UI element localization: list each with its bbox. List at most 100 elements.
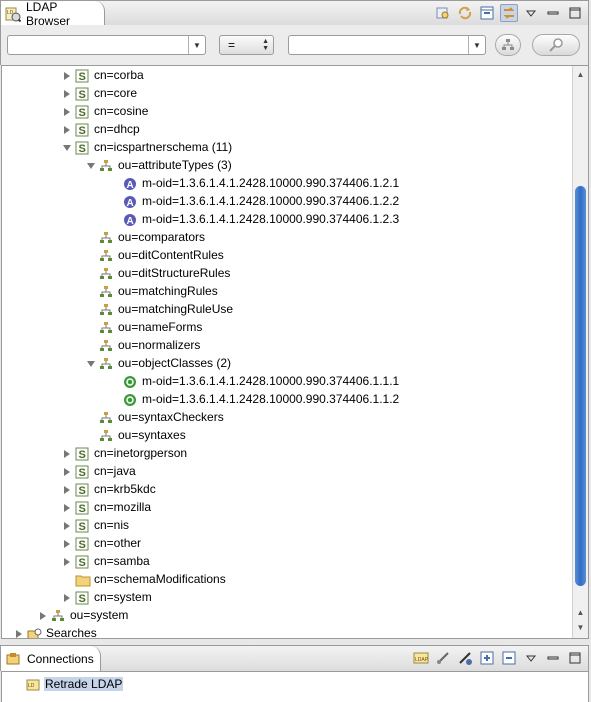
folder-icon — [75, 573, 91, 587]
tree-node[interactable]: Scn=other — [2, 535, 562, 553]
tree-node[interactable]: Am-oid=1.3.6.1.4.1.2428.10000.990.374406… — [2, 211, 562, 229]
tree-node[interactable]: Scn=java — [2, 463, 562, 481]
minimize-icon[interactable] — [544, 4, 562, 22]
ldap-browser-tab[interactable]: LD LDAP Browser — [1, 0, 105, 28]
tree-node[interactable]: ou=comparators — [2, 229, 562, 247]
tree-node[interactable]: ou=matchingRules — [2, 283, 562, 301]
connection-item[interactable]: LD Retrade LDAP — [25, 676, 124, 692]
tree-node[interactable]: Am-oid=1.3.6.1.4.1.2428.10000.990.374406… — [2, 193, 562, 211]
scroll-thumb[interactable] — [575, 186, 586, 586]
svg-text:S: S — [79, 107, 86, 119]
ou-icon — [99, 231, 113, 245]
collapse-all-icon[interactable] — [500, 649, 518, 667]
tree-node[interactable]: ou=attributeTypes (3) — [2, 157, 562, 175]
tree-node[interactable]: Scn=samba — [2, 553, 562, 571]
run-quick-search-button[interactable] — [532, 34, 580, 56]
tree-node[interactable]: Scn=mozilla — [2, 499, 562, 517]
tree-node[interactable]: m-oid=1.3.6.1.4.1.2428.10000.990.374406.… — [2, 373, 562, 391]
collapsed-triangle-icon[interactable] — [62, 449, 72, 459]
tree-node[interactable]: cn=schemaModifications — [2, 571, 562, 589]
tree-node[interactable]: ou=syntaxes — [2, 427, 562, 445]
svg-text:A: A — [127, 198, 134, 209]
minimize-icon[interactable] — [544, 649, 562, 667]
connections-list[interactable]: LD Retrade LDAP — [1, 671, 589, 702]
refresh-icon[interactable] — [456, 4, 474, 22]
tree-node[interactable]: m-oid=1.3.6.1.4.1.2428.10000.990.374406.… — [2, 391, 562, 409]
tree-structure-icon — [502, 39, 514, 50]
tree-node-label: ou=syntaxCheckers — [118, 410, 224, 424]
tree-node[interactable]: ou=nameForms — [2, 319, 562, 337]
tree-node[interactable]: Scn=cosine — [2, 103, 562, 121]
collapse-all-icon[interactable] — [478, 4, 496, 22]
tree-node[interactable]: ou=objectClasses (2) — [2, 355, 562, 373]
expanded-triangle-icon[interactable] — [86, 161, 96, 171]
tree-node[interactable]: Scn=icspartnerschema (11) — [2, 139, 562, 157]
tree-node[interactable]: ou=ditStructureRules — [2, 265, 562, 283]
open-connection-icon[interactable] — [434, 649, 452, 667]
chevron-down-icon[interactable]: ▼ — [188, 36, 205, 54]
tree-node-label: cn=icspartnerschema (11) — [94, 140, 233, 154]
attribute-combo[interactable]: ▼ — [7, 35, 206, 55]
ldap-browser-icon: LD — [5, 6, 22, 22]
schema-icon: S — [75, 465, 89, 479]
collapsed-triangle-icon[interactable] — [62, 503, 72, 513]
collapsed-triangle-icon[interactable] — [62, 467, 72, 477]
collapsed-triangle-icon[interactable] — [62, 125, 72, 135]
ldap-browser-toolbar — [434, 4, 584, 22]
view-menu-icon[interactable] — [522, 649, 540, 667]
collapsed-triangle-icon[interactable] — [38, 611, 48, 621]
tree-node-label: ou=matchingRuleUse — [118, 302, 234, 316]
tree-node[interactable]: ou=syntaxCheckers — [2, 409, 562, 427]
ldap-tree[interactable]: Scn=corba Scn=core Scn=cosine Scn=dhcp Scn=i… — [1, 65, 589, 639]
maximize-icon[interactable] — [566, 649, 584, 667]
tree-node[interactable]: ou=normalizers — [2, 337, 562, 355]
tree-node-label: ou=matchingRules — [118, 284, 218, 298]
view-menu-icon[interactable] — [522, 4, 540, 22]
tree-node[interactable]: Scn=nis — [2, 517, 562, 535]
tree-node[interactable]: Scn=dhcp — [2, 121, 562, 139]
collapsed-triangle-icon[interactable] — [62, 71, 72, 81]
close-connection-icon[interactable] — [456, 649, 474, 667]
collapsed-triangle-icon[interactable] — [62, 557, 72, 567]
tree-node[interactable]: Searches — [2, 625, 562, 638]
expand-all-icon[interactable] — [478, 649, 496, 667]
expanded-triangle-icon[interactable] — [62, 143, 72, 153]
collapsed-triangle-icon[interactable] — [14, 629, 24, 638]
schema-icon: S — [75, 105, 89, 119]
tree-node[interactable]: Scn=krb5kdc — [2, 481, 562, 499]
tree-node[interactable]: Scn=corba — [2, 67, 562, 85]
tree-node[interactable]: Scn=core — [2, 85, 562, 103]
collapsed-triangle-icon[interactable] — [62, 593, 72, 603]
tree-node[interactable]: Scn=inetorgperson — [2, 445, 562, 463]
tree-node[interactable]: Scn=system — [2, 589, 562, 607]
tree-node[interactable]: ou=ditContentRules — [2, 247, 562, 265]
tree-node-label: cn=corba — [94, 68, 144, 82]
ldap-new-connection-icon[interactable]: LDAP — [412, 649, 430, 667]
tree-node-label: cn=inetorgperson — [94, 446, 188, 460]
tree-node[interactable]: ou=matchingRuleUse — [2, 301, 562, 319]
search-base-button[interactable] — [495, 34, 521, 56]
maximize-icon[interactable] — [566, 4, 584, 22]
collapsed-triangle-icon[interactable] — [62, 485, 72, 495]
collapsed-triangle-icon[interactable] — [62, 107, 72, 117]
vertical-scrollbar[interactable]: ▲ ▲ ▼ — [572, 66, 588, 638]
collapsed-triangle-icon[interactable] — [62, 539, 72, 549]
link-icon[interactable] — [500, 4, 518, 22]
operator-combo[interactable]: = ▲ ▼ — [219, 35, 274, 55]
svg-text:LD: LD — [28, 683, 35, 689]
tree-node[interactable]: ou=system — [2, 607, 562, 625]
connections-tab[interactable]: Connections — [1, 646, 101, 672]
ou-icon — [99, 285, 113, 299]
connection-item-label: Retrade LDAP — [44, 677, 124, 691]
expanded-triangle-icon[interactable] — [86, 359, 96, 369]
scroll-up-icon[interactable]: ▲ — [575, 606, 586, 618]
connections-icon — [5, 651, 21, 667]
scroll-up-top-icon[interactable]: ▲ — [575, 68, 586, 80]
link-with-editor-icon[interactable] — [434, 4, 452, 22]
filter-value-combo[interactable]: ▼ — [288, 35, 486, 55]
chevron-down-icon[interactable]: ▼ — [468, 36, 485, 54]
tree-node[interactable]: Am-oid=1.3.6.1.4.1.2428.10000.990.374406… — [2, 175, 562, 193]
scroll-down-icon[interactable]: ▼ — [575, 621, 586, 633]
collapsed-triangle-icon[interactable] — [62, 89, 72, 99]
collapsed-triangle-icon[interactable] — [62, 521, 72, 531]
